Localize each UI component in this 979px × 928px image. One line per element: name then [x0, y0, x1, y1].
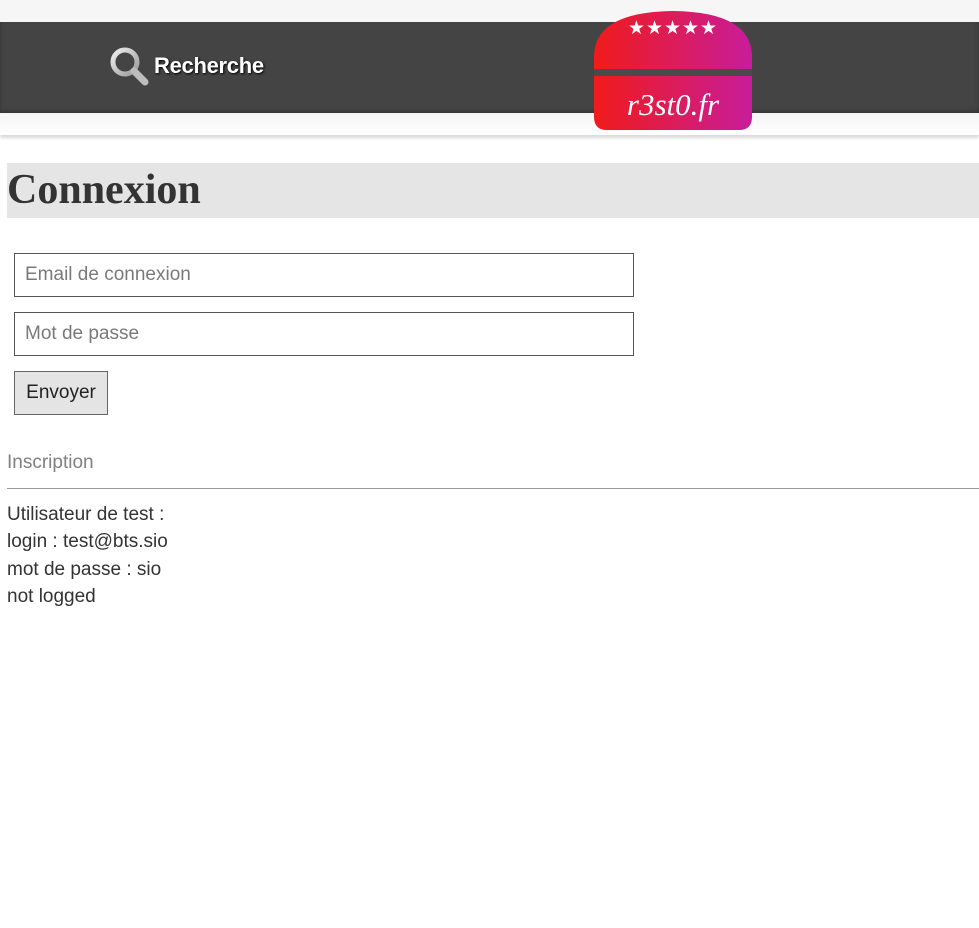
- login-status: not logged: [7, 585, 96, 607]
- password-field[interactable]: [14, 312, 634, 356]
- site-logo[interactable]: ★★★★★ r3st0.fr: [593, 9, 753, 131]
- search-link[interactable]: Recherche: [108, 45, 264, 87]
- page-title: Connexion: [7, 167, 201, 213]
- navbar-shadow: [0, 113, 979, 135]
- logo-stars: ★★★★★: [628, 17, 718, 39]
- search-label: Recherche: [154, 53, 264, 78]
- info-line: login : test@bts.sio: [7, 531, 168, 553]
- logo-text: r3st0.fr: [627, 87, 720, 122]
- search-icon: [108, 45, 150, 87]
- title-bar: Connexion: [7, 163, 979, 218]
- email-field[interactable]: [14, 253, 634, 297]
- divider: [7, 488, 979, 489]
- top-strip: [0, 0, 979, 22]
- submit-button[interactable]: Envoyer: [14, 371, 108, 415]
- info-line: Utilisateur de test :: [7, 504, 165, 525]
- info-line: mot de passe : sio: [7, 558, 162, 580]
- signup-link[interactable]: Inscription: [7, 452, 94, 474]
- test-user-info: Utilisateur de test : login : test@bts.s…: [7, 501, 168, 610]
